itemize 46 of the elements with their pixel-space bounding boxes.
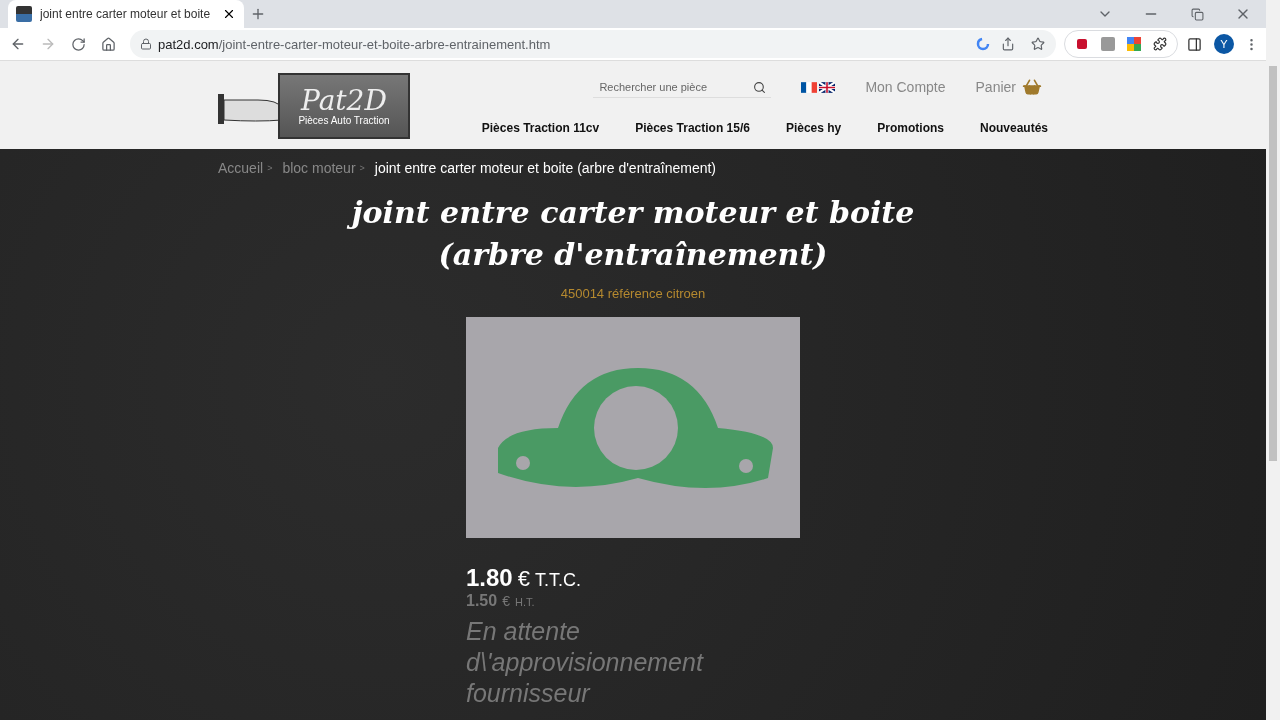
address-bar[interactable]: pat2d.com/joint-entre-carter-moteur-et-boite-arbre-entrainement.htm (130, 30, 1056, 58)
favicon-icon (16, 6, 32, 22)
reload-icon[interactable] (70, 36, 86, 52)
close-icon[interactable] (222, 7, 236, 21)
price-amount: 1.80 (466, 564, 513, 592)
scrollbar[interactable] (1266, 0, 1280, 720)
new-tab-icon[interactable] (250, 6, 266, 22)
breadcrumb-separator: > (267, 163, 273, 173)
basket-icon (1022, 77, 1042, 97)
side-panel-icon[interactable] (1186, 36, 1202, 52)
product-title: joint entre carter moteur et boite (arbre d'entraînement) (313, 192, 953, 276)
breadcrumb-link[interactable]: Accueil (218, 160, 264, 176)
logo-name: Pat2D (301, 86, 387, 115)
logo-tagline: Pièces Auto Traction (298, 114, 390, 126)
nav-link[interactable]: Nouveautés (979, 121, 1048, 135)
home-icon[interactable] (100, 36, 116, 52)
tax-label: H.T. (514, 596, 535, 608)
breadcrumb-link[interactable]: joint entre carter moteur et boite (arbre d'entraînement) (374, 160, 716, 176)
nav-link[interactable]: Pièces hy (785, 121, 842, 135)
breadcrumb-separator: > (359, 163, 365, 173)
bookmark-star-icon[interactable] (1031, 37, 1045, 51)
extensions-icon[interactable] (1153, 37, 1167, 51)
french-flag-icon[interactable] (801, 81, 818, 93)
back-icon[interactable] (10, 36, 26, 52)
breadcrumb-link[interactable]: bloc moteur (282, 160, 356, 176)
lock-icon (140, 38, 152, 50)
nav-link[interactable]: Pièces Traction 15/6 (635, 121, 750, 135)
logo-plate[interactable]: Pat2D Pièces Auto Traction (278, 73, 410, 139)
price-amount: 1.50 (466, 592, 498, 610)
shield-extension-icon[interactable] (1076, 38, 1088, 50)
availability-text: En attente d\'approvisionnement fournisseur (466, 616, 705, 709)
nav-link[interactable]: Promotions (877, 121, 944, 135)
product-reference: 450014 référence citroen (560, 286, 706, 301)
restore-icon[interactable] (1190, 7, 1204, 21)
currency: € (502, 593, 510, 609)
google-icon[interactable] (976, 37, 990, 51)
search-icon[interactable] (753, 80, 767, 94)
british-flag-icon[interactable] (819, 81, 836, 93)
share-icon[interactable] (1001, 37, 1015, 51)
search-field[interactable]: Rechercher une pièce (593, 76, 772, 98)
profile-avatar[interactable]: Y (1214, 34, 1234, 54)
colored-extension-icon[interactable] (1127, 37, 1141, 51)
currency: € (517, 566, 530, 592)
tax-label: T.T.C. (534, 570, 581, 591)
nav-link[interactable]: Pièces Traction 11cv (481, 121, 600, 135)
browser-tab[interactable]: joint entre carter moteur et boite (8, 0, 244, 28)
